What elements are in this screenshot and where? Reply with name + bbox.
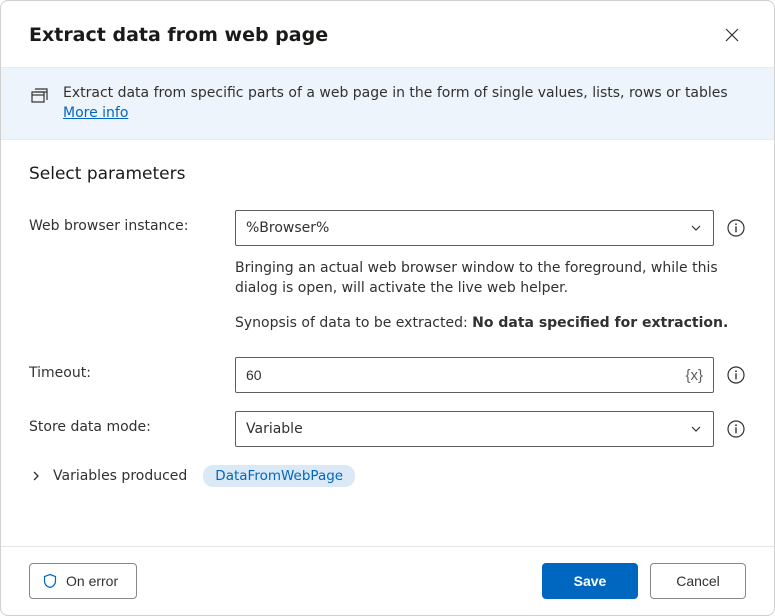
label-store-mode: Store data mode: [29,411,235,435]
on-error-label: On error [66,573,118,589]
on-error-button[interactable]: On error [29,563,137,599]
browser-helper-text: Bringing an actual web browser window to… [235,258,746,299]
info-icon-browser[interactable] [726,218,746,238]
input-timeout[interactable] [246,367,677,383]
row-variables-produced: Variables produced DataFromWebPage [29,465,746,487]
footer-actions: Save Cancel [542,563,746,599]
row-browser-instance: Web browser instance: %Browser% [29,210,746,246]
dialog-content: Select parameters Web browser instance: … [1,140,774,546]
select-browser-value: %Browser% [246,220,329,236]
info-banner: Extract data from specific parts of a we… [1,67,774,140]
row-store-mode: Store data mode: Variable [29,411,746,447]
variables-produced-toggle[interactable]: Variables produced [29,468,187,484]
close-icon [725,28,739,42]
synopsis-line: Synopsis of data to be extracted: No dat… [235,313,746,333]
chevron-right-icon [29,469,43,483]
dialog: Extract data from web page Extract data … [0,0,775,616]
save-button[interactable]: Save [542,563,638,599]
variable-token-icon[interactable]: {x} [685,367,703,384]
dialog-footer: On error Save Cancel [1,546,774,615]
info-icon-store-mode[interactable] [726,419,746,439]
variable-chip[interactable]: DataFromWebPage [203,465,355,487]
shield-icon [42,573,58,589]
label-browser-instance: Web browser instance: [29,210,235,234]
browser-helper: Bringing an actual web browser window to… [235,258,746,333]
input-timeout-wrapper[interactable]: {x} [235,357,714,393]
section-title: Select parameters [29,164,746,184]
select-browser-instance[interactable]: %Browser% [235,210,714,246]
select-store-mode-value: Variable [246,421,303,437]
chevron-down-icon [689,422,703,436]
synopsis-value: No data specified for extraction. [472,315,728,331]
cancel-button[interactable]: Cancel [650,563,746,599]
variables-produced-label: Variables produced [53,468,187,484]
window-stack-icon [29,86,49,106]
dialog-header: Extract data from web page [1,1,774,67]
info-icon-timeout[interactable] [726,365,746,385]
chevron-down-icon [689,221,703,235]
synopsis-prefix: Synopsis of data to be extracted: [235,315,472,331]
more-info-link[interactable]: More info [63,105,128,121]
close-button[interactable] [718,21,746,49]
select-store-mode[interactable]: Variable [235,411,714,447]
label-timeout: Timeout: [29,357,235,381]
dialog-title: Extract data from web page [29,24,328,46]
banner-text: Extract data from specific parts of a we… [63,84,728,123]
banner-description: Extract data from specific parts of a we… [63,85,728,101]
row-timeout: Timeout: {x} [29,357,746,393]
